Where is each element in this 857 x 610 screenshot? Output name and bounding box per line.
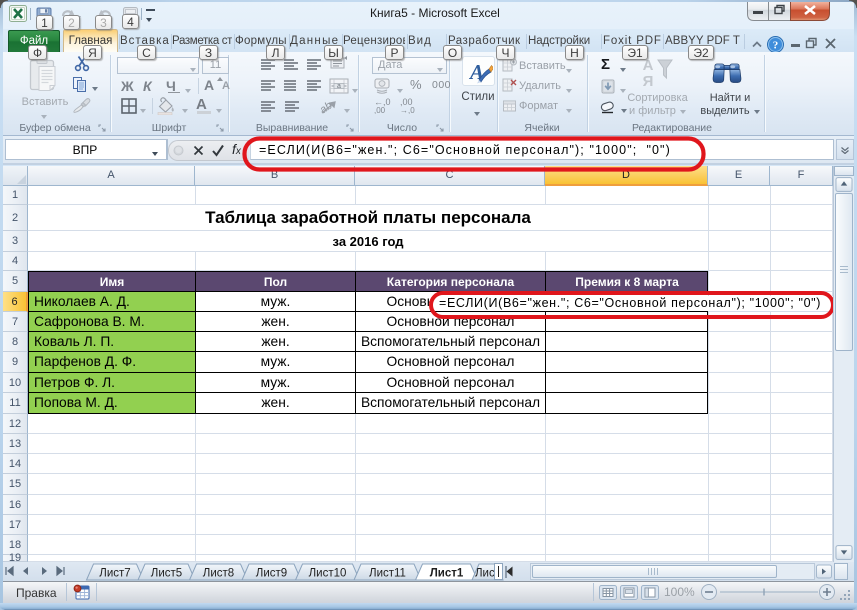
svg-text:Лист11: Лист11 — [369, 568, 406, 580]
svg-text:Лист9: Лист9 — [256, 568, 287, 580]
svg-text:Лист5: Лист5 — [151, 568, 182, 580]
svg-text:Лист1: Лист1 — [430, 568, 464, 580]
svg-text:Лист8: Лист8 — [203, 568, 234, 580]
svg-text:?: ? — [773, 40, 779, 52]
svg-text:Я: Я — [643, 73, 654, 90]
svg-text:Лист10: Лист10 — [309, 568, 347, 580]
svg-text:Лист7: Лист7 — [99, 568, 130, 580]
svg-text:a: a — [337, 83, 341, 90]
